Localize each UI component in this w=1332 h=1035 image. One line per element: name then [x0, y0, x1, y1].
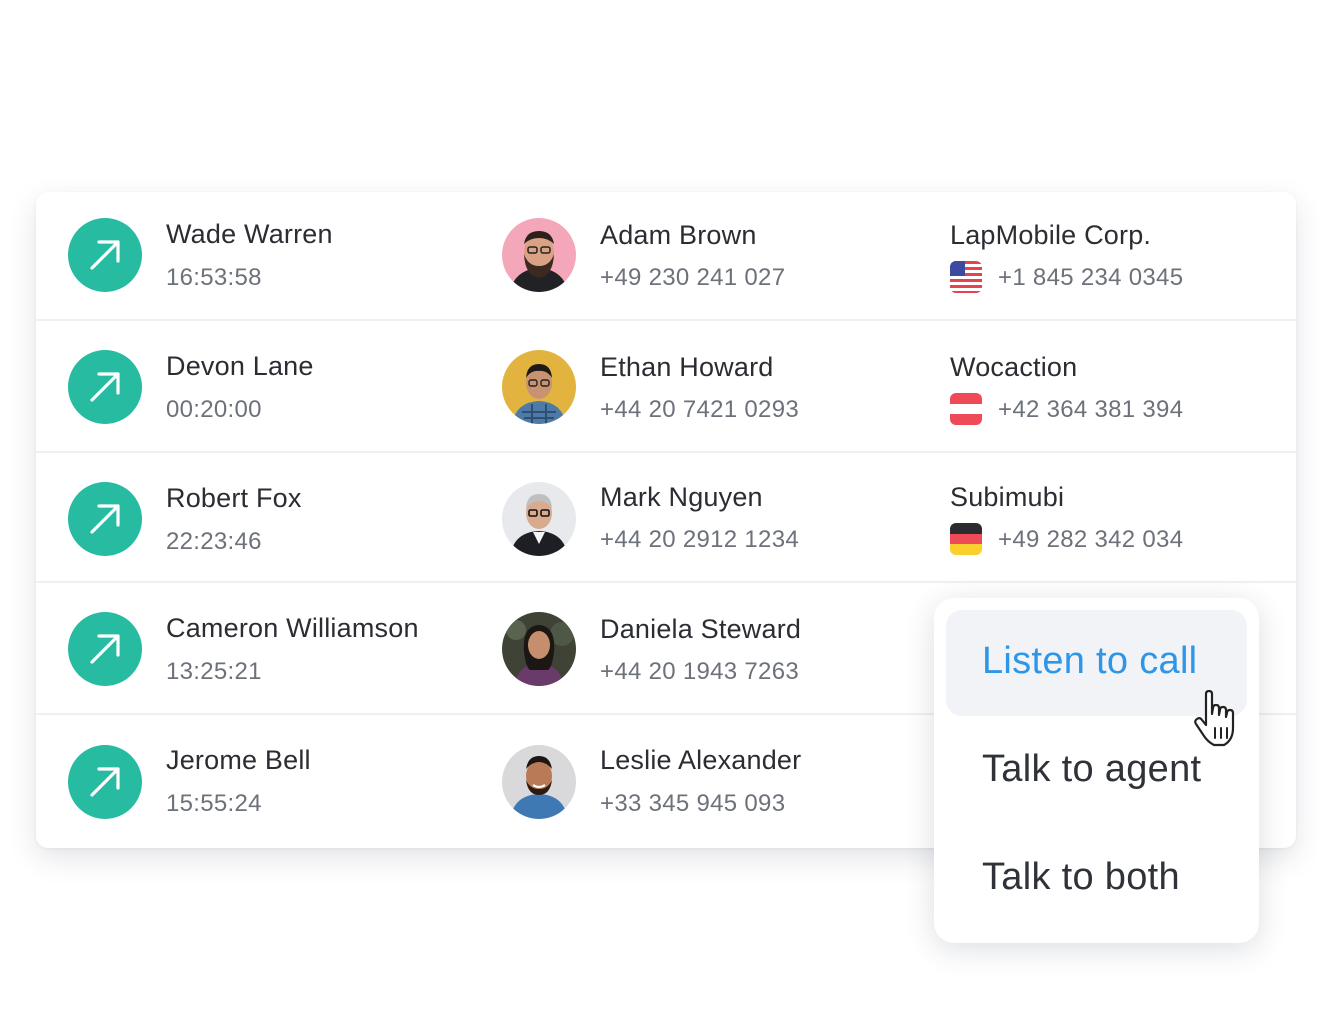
- contact-phone: +33 345 945 093: [600, 790, 786, 817]
- call-duration: 22:23:46: [166, 528, 262, 555]
- contact-name: Daniela Steward: [600, 614, 802, 644]
- avatar: [502, 612, 576, 686]
- menu-item-label: Talk to both: [982, 856, 1180, 898]
- germany-flag-icon: [950, 523, 982, 555]
- caller-name: Devon Lane: [166, 351, 314, 381]
- company-phone: +42 364 381 394: [998, 396, 1184, 423]
- menu-item-label: Talk to agent: [982, 748, 1202, 790]
- caller-name: Cameron Williamson: [166, 613, 419, 643]
- menu-item-label: Listen to call: [982, 640, 1198, 682]
- contact-phone: +49 230 241 027: [600, 264, 786, 291]
- call-row[interactable]: Wade Warren 16:53:58 Adam Brown +49 230 …: [36, 192, 1296, 321]
- call-row[interactable]: Devon Lane 00:20:00 Ethan Howard +44 20 …: [36, 321, 1296, 453]
- caller-name: Wade Warren: [166, 219, 333, 249]
- outgoing-call-icon: [68, 482, 142, 556]
- avatar: [502, 218, 576, 292]
- call-row[interactable]: Robert Fox 22:23:46 Mark Nguyen +44 20 2…: [36, 453, 1296, 583]
- caller-name: Robert Fox: [166, 483, 302, 513]
- contact-name: Ethan Howard: [600, 352, 774, 382]
- menu-item-talk-to-both[interactable]: Talk to both: [946, 826, 1247, 932]
- contact-phone: +44 20 1943 7263: [600, 658, 799, 685]
- contact-name: Mark Nguyen: [600, 482, 763, 512]
- outgoing-call-icon: [68, 218, 142, 292]
- call-action-menu: Listen to call Talk to agent Talk to bot…: [934, 598, 1259, 943]
- avatar: [502, 350, 576, 424]
- contact-name: Leslie Alexander: [600, 745, 802, 775]
- us-flag-icon: [950, 261, 982, 293]
- call-duration: 00:20:00: [166, 396, 262, 423]
- company-name: Subimubi: [950, 482, 1065, 512]
- company-phone: +49 282 342 034: [998, 526, 1184, 553]
- outgoing-call-icon: [68, 350, 142, 424]
- contact-phone: +44 20 7421 0293: [600, 396, 799, 423]
- hand-cursor-icon: [1192, 689, 1244, 748]
- company-name: Wocaction: [950, 352, 1078, 382]
- call-duration: 15:55:24: [166, 790, 262, 817]
- outgoing-call-icon: [68, 745, 142, 819]
- caller-name: Jerome Bell: [166, 745, 311, 775]
- company-phone: +1 845 234 0345: [998, 264, 1184, 291]
- avatar: [502, 482, 576, 556]
- contact-phone: +44 20 2912 1234: [600, 526, 799, 553]
- company-name: LapMobile Corp.: [950, 220, 1152, 250]
- austria-flag-icon: [950, 393, 982, 425]
- contact-name: Adam Brown: [600, 220, 757, 250]
- avatar: [502, 745, 576, 819]
- outgoing-call-icon: [68, 612, 142, 686]
- call-duration: 13:25:21: [166, 658, 262, 685]
- call-duration: 16:53:58: [166, 264, 262, 291]
